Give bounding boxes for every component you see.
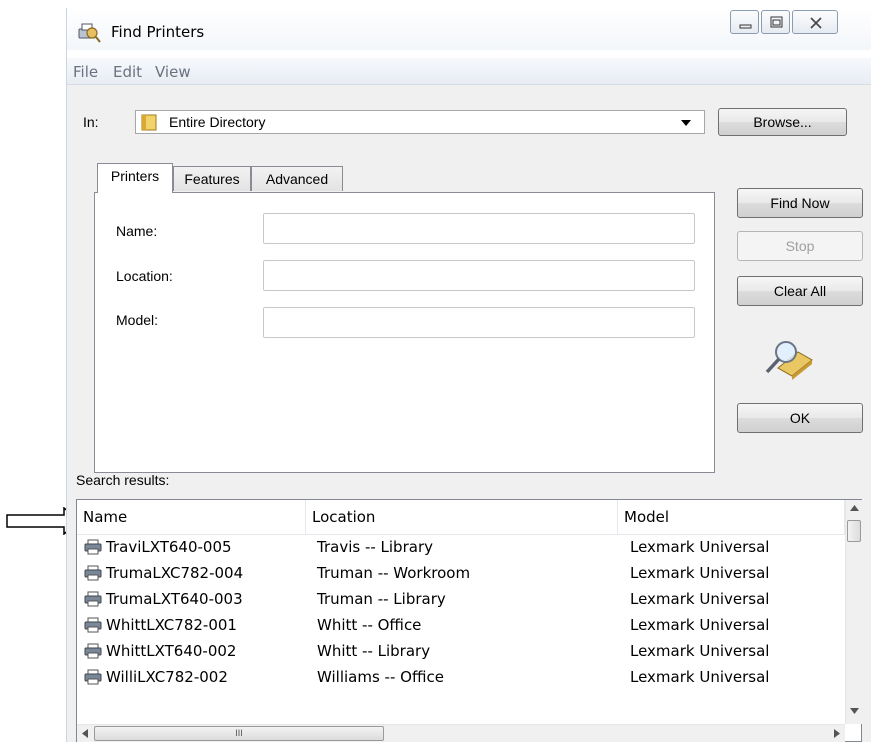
- close-icon: [810, 17, 822, 29]
- row-name: WhittLXT640-002: [106, 642, 237, 660]
- row-model: Lexmark Universal: [630, 642, 770, 660]
- row-name: TrumaLXT640-003: [106, 590, 243, 608]
- row-model: Lexmark Universal: [630, 590, 770, 608]
- row-location: Whitt -- Office: [317, 616, 422, 634]
- tab-printers[interactable]: Printers: [97, 163, 173, 193]
- maximize-button[interactable]: [761, 10, 790, 34]
- tab-advanced[interactable]: Advanced: [251, 166, 343, 191]
- vertical-scroll-thumb[interactable]: [847, 520, 861, 542]
- clear-all-button[interactable]: Clear All: [737, 276, 863, 306]
- printer-icon: [84, 565, 102, 584]
- printer-icon: [84, 591, 102, 610]
- horizontal-scrollbar[interactable]: III: [77, 724, 845, 742]
- row-name: TrumaLXC782-004: [106, 564, 244, 582]
- dropdown-arrow-icon: [681, 120, 691, 126]
- column-header-model[interactable]: Model: [618, 500, 845, 534]
- scroll-left-arrow-icon[interactable]: [82, 729, 88, 738]
- table-row[interactable]: TrumaLXC782-004 Truman -- Workroom Lexmark…: [77, 561, 845, 585]
- row-location: Whitt -- Library: [317, 642, 431, 660]
- scroll-right-arrow-icon[interactable]: [834, 729, 840, 738]
- find-now-button[interactable]: Find Now: [737, 188, 863, 218]
- row-model: Lexmark Universal: [630, 616, 770, 634]
- menu-file[interactable]: File: [73, 63, 98, 81]
- model-field[interactable]: [263, 307, 695, 338]
- browse-button[interactable]: Browse...: [718, 108, 847, 136]
- menu-view[interactable]: View: [155, 63, 191, 81]
- location-label: Location:: [116, 268, 173, 284]
- column-header-name[interactable]: Name: [77, 500, 306, 534]
- printer-icon: [84, 617, 102, 636]
- horizontal-scroll-thumb[interactable]: III: [94, 726, 384, 741]
- model-label: Model:: [116, 312, 159, 328]
- row-name: WhittLXC782-001: [106, 616, 237, 634]
- directory-book-icon: [141, 114, 157, 131]
- printer-icon: [84, 669, 102, 688]
- menu-bar: File Edit View: [67, 58, 871, 85]
- stop-button[interactable]: Stop: [737, 231, 863, 261]
- printer-icon: [84, 643, 102, 662]
- menu-edit[interactable]: Edit: [113, 63, 142, 81]
- minimize-icon: [739, 24, 752, 29]
- printers-tab-panel: Name: Location: Model:: [94, 192, 715, 473]
- row-location: Truman -- Library: [317, 590, 446, 608]
- minimize-button[interactable]: [730, 10, 759, 34]
- name-label: Name:: [116, 223, 158, 239]
- results-rows: TraviLXT640-005 Travis -- Library Lexmark …: [77, 535, 845, 724]
- scope-dropdown[interactable]: Entire Directory: [135, 110, 705, 134]
- row-model: Lexmark Universal: [630, 668, 770, 686]
- close-button[interactable]: [792, 10, 838, 34]
- table-row[interactable]: TraviLXT640-005 Travis -- Library Lexmark …: [77, 535, 845, 559]
- results-header: Name Location Model: [77, 500, 845, 535]
- table-row[interactable]: WilliLXC782-002 Williams -- Office Lexmark…: [77, 665, 845, 689]
- row-name: WilliLXC782-002: [106, 668, 228, 686]
- vertical-scrollbar[interactable]: [845, 500, 863, 724]
- scope-value: Entire Directory: [169, 114, 266, 130]
- row-location: Travis -- Library: [317, 538, 433, 556]
- column-header-location[interactable]: Location: [306, 500, 618, 534]
- magnifier-search-icon: [765, 341, 813, 380]
- search-results-label: Search results:: [76, 472, 170, 488]
- title-bar: Find Printers: [67, 8, 871, 50]
- table-row[interactable]: WhittLXC782-001 Whitt -- Office Lexmark Un…: [77, 613, 845, 637]
- dialog-body: In: Entire Directory Browse... Printers …: [67, 85, 871, 742]
- row-location: Williams -- Office: [317, 668, 444, 686]
- find-printers-window: Find Printers File Edit View In: Entire …: [66, 8, 871, 742]
- scroll-down-arrow-icon[interactable]: [850, 708, 859, 714]
- in-label: In:: [83, 114, 99, 130]
- table-row[interactable]: WhittLXT640-002 Whitt -- Library Lexmark U…: [77, 639, 845, 663]
- name-field[interactable]: [263, 213, 695, 244]
- find-printers-app-icon: [78, 23, 101, 43]
- tab-features[interactable]: Features: [173, 166, 251, 191]
- row-name: TraviLXT640-005: [106, 538, 232, 556]
- printer-icon: [84, 539, 102, 558]
- maximize-icon: [770, 16, 783, 28]
- ok-button[interactable]: OK: [737, 403, 863, 433]
- location-field[interactable]: [263, 260, 695, 291]
- scroll-up-arrow-icon[interactable]: [850, 505, 859, 511]
- window-title: Find Printers: [111, 23, 205, 41]
- row-model: Lexmark Universal: [630, 564, 770, 582]
- row-model: Lexmark Universal: [630, 538, 770, 556]
- search-results-list[interactable]: Name Location Model TraviLXT640-005 Travi…: [76, 499, 863, 742]
- row-location: Truman -- Workroom: [317, 564, 471, 582]
- table-row[interactable]: TrumaLXT640-003 Truman -- Library Lexmark …: [77, 587, 845, 611]
